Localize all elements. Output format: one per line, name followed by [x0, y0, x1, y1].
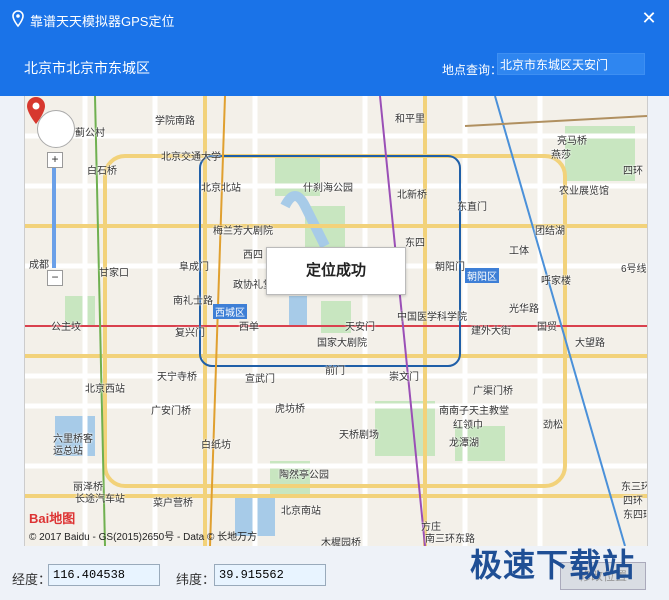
success-popup: 定位成功 [266, 247, 406, 295]
map-label: 菜户营桥 [153, 498, 193, 509]
zoom-slider[interactable] [52, 168, 56, 268]
map-label: 工体 [509, 246, 529, 257]
map-label: 团结湖 [535, 226, 565, 237]
map-label: 复兴门 [175, 328, 205, 339]
map-label: 蓟公村 [75, 128, 105, 139]
map-label: 甘家口 [99, 268, 129, 279]
map-label: 白纸坊 [201, 440, 231, 451]
map-label: 什刹海公园 [303, 183, 353, 194]
map-label: 呼家楼 [541, 276, 571, 287]
map-label: 西城区 [213, 304, 247, 319]
header-bar: 北京市北京市东城区 地点查询： [0, 38, 669, 96]
map-label: 广安门桥 [151, 406, 191, 417]
map-label: 南礼士路 [173, 296, 213, 307]
map-label: 陶然亭公园 [279, 470, 329, 481]
map-label: 东四环 [623, 510, 647, 521]
map-label: 东直门 [457, 202, 487, 213]
map-label: 亮马桥 [557, 136, 587, 147]
map-label: 国贸 [537, 322, 557, 333]
map-label: 西单 [239, 322, 259, 333]
map-label: 龙潭湖 [449, 438, 479, 449]
map-label: 北京南站 [281, 506, 321, 517]
map-label: 梅兰芳大剧院 [213, 226, 273, 237]
map-label: 和平里 [395, 114, 425, 125]
map-label: 白石桥 [87, 166, 117, 177]
map-label: 建外大街 [471, 326, 511, 337]
map-label: 劲松 [543, 420, 563, 431]
map-label: 公主坟 [51, 322, 81, 333]
zoom-in-button[interactable]: + [47, 152, 63, 168]
map-label: 天桥剧场 [339, 430, 379, 441]
location-pin-icon [12, 10, 24, 28]
map-label: 虎坊桥 [275, 404, 305, 415]
map-label: 成都 [29, 260, 49, 271]
map-label: 燕莎 [551, 150, 571, 161]
map-label: 光华路 [509, 304, 539, 315]
map-label: 宣武门 [245, 374, 275, 385]
map-label: 国家大剧院 [317, 338, 367, 349]
latitude-input[interactable] [214, 564, 326, 586]
map-label: 四环 [623, 166, 643, 177]
map-label: 运总站 [53, 446, 83, 457]
map-label: 阜成门 [179, 262, 209, 273]
map-view[interactable]: 和平里 学院南路 北京交通大学 蓟公村 白石桥 北京北站 什刹海公园 北新桥 东… [24, 96, 648, 546]
watermark: 极速下载站 [470, 547, 636, 583]
close-icon[interactable]: ✕ [639, 8, 659, 28]
map-label: 东三环 [621, 482, 648, 493]
title-bar: 靠谱天天模拟器GPS定位 ✕ [0, 0, 669, 38]
map-label: 木樨园桥 [321, 538, 361, 546]
map-label: 大望路 [575, 338, 605, 349]
map-label: 北京交通大学 [161, 152, 221, 163]
map-label: 朝阳门 [435, 262, 465, 273]
map-label: 北新桥 [397, 190, 427, 201]
zoom-out-button[interactable]: − [47, 270, 63, 286]
map-label: 朝阳区 [465, 268, 499, 283]
map-label: 西四 [243, 250, 263, 261]
longitude-label: 经度： [12, 572, 52, 587]
map-label: 北京北站 [201, 183, 241, 194]
map-label: 前门 [325, 366, 345, 377]
map-label: 东四 [405, 238, 425, 249]
baidu-logo: Bai地图 [29, 511, 76, 526]
map-label: 天宁寺桥 [157, 372, 197, 383]
location-marker-icon [27, 97, 45, 124]
map-label: 中国医学科学院 [397, 312, 467, 323]
map-label: 农业展览馆 [559, 186, 609, 197]
current-location: 北京市北京市东城区 [24, 60, 150, 76]
map-label: 北京西站 [85, 384, 125, 395]
map-label: 红领巾 [453, 420, 483, 431]
map-label: 6号线 [621, 264, 647, 275]
location-search-input[interactable] [497, 53, 645, 75]
map-label: 崇文门 [389, 372, 419, 383]
map-label: 南三环东路 [425, 534, 475, 545]
map-label: 广渠门桥 [473, 386, 513, 397]
map-label: 南南子天主教堂 [439, 406, 509, 417]
app-title: 靠谱天天模拟器GPS定位 [30, 14, 175, 29]
map-label: 学院南路 [155, 116, 195, 127]
map-label: 长途汽车站 [75, 494, 125, 505]
query-label: 地点查询： [442, 63, 503, 77]
map-label: 天安门 [345, 322, 375, 333]
map-label: 四环 [623, 496, 643, 507]
longitude-input[interactable] [48, 564, 160, 586]
map-copyright: © 2017 Baidu - GS(2015)2650号 - Data © 长地… [29, 532, 258, 543]
latitude-label: 纬度： [176, 572, 216, 587]
